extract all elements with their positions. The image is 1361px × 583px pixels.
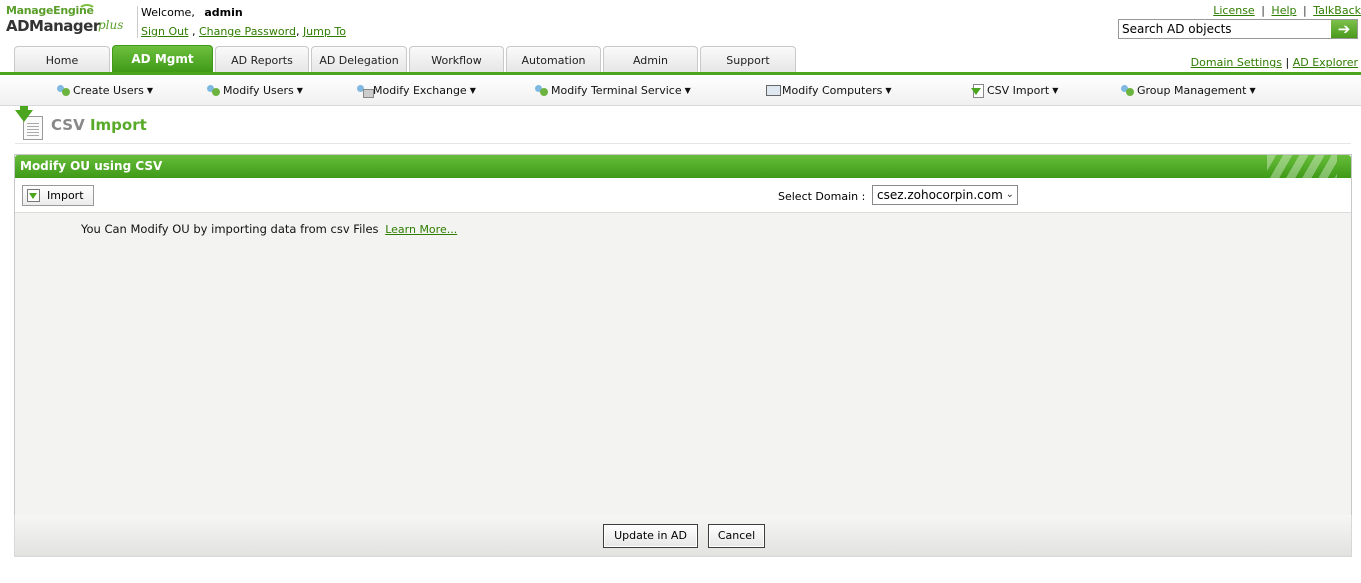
menu-csv-import[interactable]: CSV Import ▼ [970, 83, 1059, 98]
header-divider [137, 6, 138, 38]
username: admin [204, 6, 243, 19]
domain-select[interactable]: csez.zohocorpin.com ⌄ [872, 185, 1018, 205]
logo-edition: plus [98, 18, 124, 32]
tab-ad-reports[interactable]: AD Reports [215, 46, 309, 72]
menu-label: Modify Users [223, 83, 294, 97]
caret-down-icon: ▼ [684, 85, 691, 95]
page-title: CSV Import [51, 116, 147, 134]
import-icon [27, 189, 40, 202]
talkback-link[interactable]: TalkBack [1313, 4, 1361, 17]
menu-label: Modify Exchange [373, 83, 467, 97]
menu-label: Modify Computers [782, 83, 883, 97]
tab-support[interactable]: Support [700, 46, 796, 72]
separator: , [191, 25, 196, 38]
caret-down-icon: ▼ [296, 85, 303, 95]
tab-ad-delegation[interactable]: AD Delegation [311, 46, 407, 72]
panel-title: Modify OU using CSV [20, 159, 163, 173]
ad-explorer-link[interactable]: AD Explorer [1293, 56, 1358, 69]
help-link[interactable]: Help [1271, 4, 1296, 17]
separator: | [1261, 4, 1265, 17]
user-links: Sign Out , Change Password, Jump To [141, 25, 346, 38]
sign-out-link[interactable]: Sign Out [141, 25, 188, 38]
tab-ad-mgmt[interactable]: AD Mgmt [112, 45, 213, 72]
info-message: You Can Modify OU by importing data from… [81, 222, 379, 236]
separator: , [295, 25, 300, 38]
menu-label: CSV Import [987, 83, 1050, 97]
separator: | [1285, 56, 1290, 69]
domain-settings-link[interactable]: Domain Settings [1191, 56, 1282, 69]
logo-swoosh-icon [78, 4, 96, 18]
modify-ou-panel: Modify OU using CSV Import Select Domain… [14, 154, 1352, 557]
users-edit-icon [206, 83, 222, 97]
tab-automation[interactable]: Automation [506, 46, 601, 72]
search-box: ➔ [1118, 19, 1358, 39]
page-title-bar: CSV Import [0, 106, 1361, 144]
domain-value: csez.zohocorpin.com [877, 188, 1003, 202]
tab-home[interactable]: Home [14, 46, 110, 72]
welcome-label: Welcome, [141, 6, 195, 19]
learn-more-link[interactable]: Learn More... [385, 223, 457, 236]
group-icon [1120, 83, 1136, 97]
cancel-button[interactable]: Cancel [708, 524, 765, 548]
menu-label: Create Users [73, 83, 144, 97]
tab-workflow[interactable]: Workflow [409, 46, 504, 72]
caret-down-icon: ▼ [885, 85, 892, 95]
menu-label: Group Management [1137, 83, 1247, 97]
caret-down-icon: ▼ [146, 85, 154, 95]
caret-down-icon: ▼ [1052, 85, 1059, 95]
right-links: Domain Settings | AD Explorer [1191, 56, 1358, 69]
menu-modify-exchange[interactable]: Modify Exchange ▼ [356, 83, 476, 98]
panel-toolbar: Import Select Domain : csez.zohocorpin.c… [15, 178, 1351, 213]
menu-label: Modify Terminal Service [551, 83, 682, 97]
computer-icon [765, 83, 781, 97]
app-header: ManageEngine ADManager plus Welcome, adm… [0, 0, 1361, 46]
sub-menu: Create Users ▼ Modify Users ▼ Modify Excha… [0, 75, 1361, 106]
main-tabs: Home AD Mgmt AD Reports AD Delegation Wo… [0, 45, 1361, 72]
menu-modify-terminal-service[interactable]: Modify Terminal Service ▼ [534, 83, 691, 97]
welcome-text: Welcome, admin [141, 6, 243, 19]
caret-down-icon: ▼ [1249, 85, 1256, 95]
menu-create-users[interactable]: Create Users ▼ [56, 83, 153, 97]
title-divider [15, 143, 1351, 144]
info-text: You Can Modify OU by importing data from… [81, 222, 457, 236]
menu-modify-users[interactable]: Modify Users ▼ [206, 83, 303, 97]
chevron-down-icon: ⌄ [1005, 189, 1014, 200]
logo-company: ManageEngine [6, 4, 94, 17]
search-input[interactable] [1119, 20, 1331, 38]
header-stripes [1267, 155, 1337, 178]
menu-group-management[interactable]: Group Management ▼ [1120, 83, 1256, 97]
select-domain-label: Select Domain : [778, 190, 866, 203]
arrow-right-icon[interactable]: ➔ [1331, 20, 1357, 38]
update-in-ad-button[interactable]: Update in AD [603, 524, 698, 548]
top-links: License | Help | TalkBack [1213, 4, 1361, 17]
separator: | [1303, 4, 1307, 17]
jump-to-link[interactable]: Jump To [303, 25, 346, 38]
tab-admin[interactable]: Admin [603, 46, 698, 72]
action-footer: Update in AD Cancel [14, 515, 1352, 557]
panel-heading: Modify OU using CSV [15, 155, 1351, 178]
import-button[interactable]: Import [22, 185, 94, 206]
caret-down-icon: ▼ [469, 85, 476, 95]
terminal-service-icon [534, 83, 550, 97]
license-link[interactable]: License [1213, 4, 1254, 17]
menu-modify-computers[interactable]: Modify Computers ▼ [765, 83, 892, 97]
change-password-link[interactable]: Change Password [199, 25, 296, 38]
csv-import-icon [15, 106, 45, 142]
import-label: Import [47, 189, 84, 202]
csv-import-icon [970, 83, 986, 98]
users-add-icon [56, 83, 72, 97]
exchange-icon [356, 83, 374, 98]
manageengine-logo[interactable]: ManageEngine ADManager plus [6, 4, 136, 40]
